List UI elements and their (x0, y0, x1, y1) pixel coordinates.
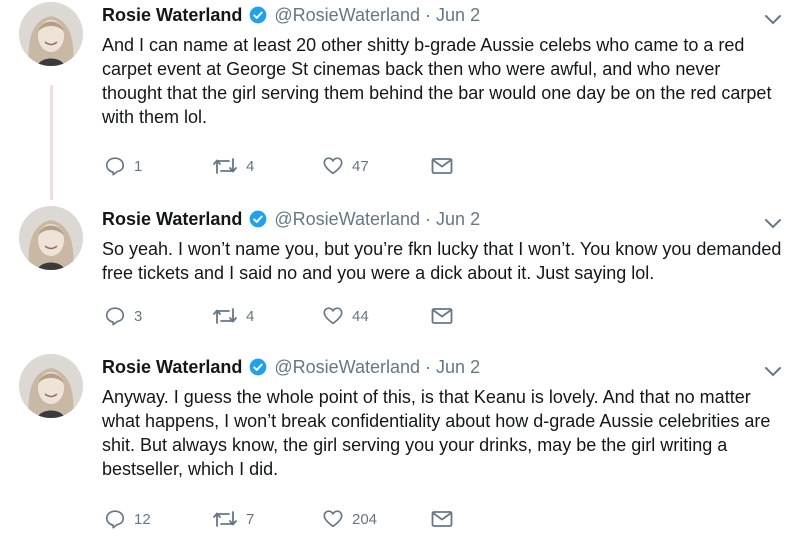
tweet-header: Rosie Waterland @RosieWaterland · Jun 2 (102, 2, 480, 28)
retweet-icon (212, 155, 238, 177)
like-button[interactable]: 47 (322, 153, 369, 179)
avatar[interactable] (19, 354, 83, 418)
reply-button[interactable]: 3 (104, 303, 142, 329)
retweet-icon (212, 508, 238, 530)
tweet-header: Rosie Waterland @RosieWaterland · Jun 2 (102, 354, 480, 380)
reply-count: 12 (134, 510, 151, 528)
tweet-text: So yeah. I won’t name you, but you’re fk… (102, 239, 782, 283)
tweet-header: Rosie Waterland @RosieWaterland · Jun 2 (102, 206, 480, 232)
display-name[interactable]: Rosie Waterland (102, 209, 242, 230)
heart-icon (322, 155, 344, 177)
separator-dot: · (425, 4, 432, 25)
heart-icon (322, 305, 344, 327)
display-name[interactable]: Rosie Waterland (102, 357, 242, 378)
verified-badge-icon (248, 5, 268, 25)
like-count: 204 (352, 510, 378, 528)
like-count: 47 (352, 157, 369, 175)
direct-message-button[interactable] (430, 303, 454, 329)
heart-icon (322, 508, 344, 530)
reply-icon (104, 155, 126, 177)
direct-message-button[interactable] (430, 506, 454, 532)
retweet-count: 4 (246, 307, 255, 325)
like-count: 44 (352, 307, 369, 325)
like-button[interactable]: 44 (322, 303, 369, 329)
reply-icon (104, 305, 126, 327)
tweet-date[interactable]: Jun 2 (436, 5, 480, 26)
avatar[interactable] (19, 2, 83, 66)
reply-icon (104, 508, 126, 530)
chevron-down-icon[interactable] (763, 12, 783, 31)
retweet-button[interactable]: 4 (212, 153, 254, 179)
like-button[interactable]: 204 (322, 506, 377, 532)
envelope-icon (430, 155, 454, 177)
tweet-text: And I can name at least 20 other shitty … (102, 35, 772, 127)
separator-dot: · (425, 208, 432, 229)
envelope-icon (430, 508, 454, 530)
reply-count: 3 (134, 307, 143, 325)
thread-connector-line (50, 85, 53, 200)
reply-button[interactable]: 12 (104, 506, 151, 532)
chevron-down-icon[interactable] (763, 216, 783, 235)
tweet-date[interactable]: Jun 2 (436, 357, 480, 378)
avatar[interactable] (19, 206, 83, 270)
retweet-icon (212, 305, 238, 327)
separator-dot: · (425, 356, 432, 377)
display-name[interactable]: Rosie Waterland (102, 5, 242, 26)
user-handle[interactable]: @RosieWaterland (274, 357, 420, 378)
tweet-text: Anyway. I guess the whole point of this,… (102, 387, 771, 479)
tweet-date[interactable]: Jun 2 (436, 209, 480, 230)
retweet-button[interactable]: 4 (212, 303, 254, 329)
reply-button[interactable]: 1 (104, 153, 142, 179)
direct-message-button[interactable] (430, 153, 454, 179)
user-handle[interactable]: @RosieWaterland (274, 5, 420, 26)
verified-badge-icon (248, 357, 268, 377)
retweet-count: 7 (246, 510, 255, 528)
chevron-down-icon[interactable] (763, 364, 783, 383)
verified-badge-icon (248, 209, 268, 229)
retweet-button[interactable]: 7 (212, 506, 254, 532)
reply-count: 1 (134, 157, 143, 175)
user-handle[interactable]: @RosieWaterland (274, 209, 420, 230)
retweet-count: 4 (246, 157, 255, 175)
envelope-icon (430, 305, 454, 327)
